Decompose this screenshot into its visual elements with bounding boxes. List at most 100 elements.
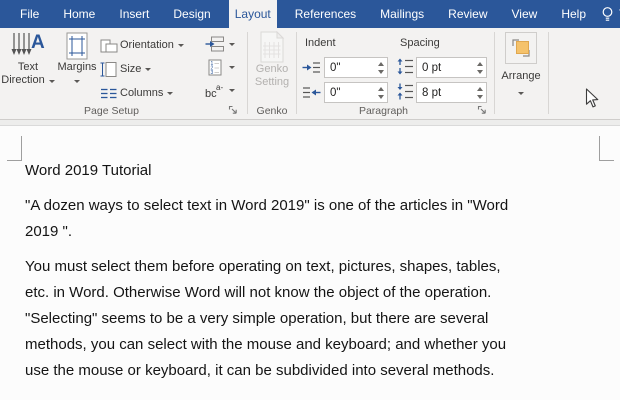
group-paragraph: Indent Spacing 0" 0" 0 pt 8 pt Paragraph: [297, 28, 494, 119]
tell-me-box[interactable]: Te: [600, 0, 620, 28]
crop-mark-right-vertical: [599, 136, 600, 161]
svg-text:A: A: [31, 32, 45, 53]
ribbon: A Text Direction Margins Orientation Siz…: [0, 28, 620, 120]
genko-setting-label-line1: Genko: [255, 63, 289, 75]
chevron-down-icon: [177, 43, 184, 47]
chevron-down-icon: [167, 91, 174, 95]
columns-label: Columns: [120, 87, 164, 99]
genko-setting-label-line2: Setting: [254, 76, 290, 88]
doc-paragraph-2-line-2: etc. in Word. Otherwise Word will not kn…: [25, 284, 492, 301]
group-separator: [548, 32, 549, 114]
mouse-cursor: [585, 88, 600, 115]
chevron-down-icon: [48, 80, 55, 83]
group-arrange: Arrange: [495, 28, 548, 119]
size-label: Size: [120, 63, 142, 75]
text-direction-icon: A: [11, 32, 45, 55]
tab-help[interactable]: Help: [555, 0, 592, 28]
doc-paragraph-2-line-5: use the mouse or keyboard, it can be sub…: [25, 362, 495, 379]
word-window: File Home Insert Design Layout Reference…: [0, 0, 620, 400]
doc-title: Word 2019 Tutorial: [25, 162, 152, 179]
tab-mailings[interactable]: Mailings: [374, 0, 430, 28]
size-icon: [100, 61, 117, 77]
chevron-down-icon: [145, 67, 152, 71]
group-label-genko: Genko: [256, 105, 288, 117]
group-page-setup: A Text Direction Margins Orientation Siz…: [0, 28, 247, 119]
chevron-down-icon: [229, 42, 235, 46]
ribbon-tab-bar: File Home Insert Design Layout Reference…: [0, 0, 620, 28]
text-direction-label-line2: Direction: [1, 74, 45, 86]
tab-layout[interactable]: Layout: [228, 0, 277, 28]
doc-paragraph-1-line-1: "A dozen ways to select text in Word 201…: [25, 197, 509, 214]
spacing-label: Spacing: [400, 37, 440, 49]
tab-view[interactable]: View: [506, 0, 544, 28]
doc-paragraph-2-line-4: methods, you can select with the mouse a…: [25, 336, 507, 353]
genko-setting-icon: [260, 31, 285, 63]
doc-paragraph-2-line-3: "Selecting" seems to be a very simple op…: [25, 310, 489, 327]
orientation-button[interactable]: Orientation: [100, 34, 202, 56]
orientation-label: Orientation: [120, 39, 174, 51]
document-page[interactable]: Word 2019 Tutorial "A dozen ways to sele…: [0, 120, 620, 400]
indent-right-value[interactable]: 0": [325, 83, 374, 102]
genko-setting-button[interactable]: Genko Setting: [252, 31, 292, 89]
indent-right-field[interactable]: 0": [324, 82, 388, 103]
paragraph-dialog-launcher[interactable]: [476, 103, 488, 115]
indent-left-value[interactable]: 0": [325, 58, 374, 77]
tab-design[interactable]: Design: [167, 0, 216, 28]
indent-left-spinner[interactable]: [374, 58, 387, 77]
margins-button[interactable]: Margins: [55, 31, 99, 87]
arrange-label: Arrange: [501, 70, 541, 82]
hyphenation-icon: bc a-: [205, 83, 223, 99]
tab-references[interactable]: References: [289, 0, 362, 28]
svg-text:3: 3: [211, 70, 214, 76]
doc-paragraph-2: You must select them before operating on…: [25, 254, 508, 384]
spacing-before-field[interactable]: 0 pt: [416, 57, 487, 78]
chevron-down-icon: [229, 89, 235, 92]
spacing-after-spinner[interactable]: [473, 83, 486, 102]
breaks-button[interactable]: [205, 36, 235, 52]
chevron-down-icon: [74, 80, 80, 83]
chevron-down-icon: [518, 92, 524, 95]
tab-file[interactable]: File: [14, 0, 45, 28]
group-genko: Genko Setting Genko: [248, 28, 296, 119]
page-top-edge: [0, 120, 620, 126]
dialog-launcher-icon: [228, 105, 237, 114]
document-body-text: Word 2019 Tutorial "A dozen ways to sele…: [25, 158, 508, 393]
hyphenation-button[interactable]: bc a-: [205, 82, 235, 99]
spacing-after-value[interactable]: 8 pt: [417, 83, 473, 102]
size-button[interactable]: Size: [100, 58, 202, 80]
spacing-after-icon: [397, 83, 413, 100]
crop-mark-left-horizontal: [7, 160, 22, 161]
spacing-before-value[interactable]: 0 pt: [417, 58, 473, 77]
spacing-before-icon: [397, 58, 413, 75]
columns-button[interactable]: Columns: [100, 82, 202, 104]
group-label-page-setup: Page Setup: [84, 105, 139, 117]
tab-review[interactable]: Review: [442, 0, 493, 28]
arrange-icon: [512, 39, 530, 57]
text-direction-button[interactable]: A Text Direction: [1, 31, 55, 87]
page-setup-dialog-launcher[interactable]: [227, 103, 239, 115]
line-numbers-button[interactable]: 123: [205, 59, 235, 76]
indent-label: Indent: [305, 37, 336, 49]
crop-mark-right-horizontal: [599, 160, 614, 161]
chevron-down-icon: [229, 66, 235, 69]
margins-label: Margins: [57, 61, 97, 73]
indent-right-icon: [303, 87, 321, 98]
text-direction-label-line1: Text: [17, 61, 39, 73]
indent-left-field[interactable]: 0": [324, 57, 388, 78]
doc-paragraph-1-line-2: 2019 ".: [25, 223, 73, 240]
spacing-before-spinner[interactable]: [473, 58, 486, 77]
dialog-launcher-icon: [477, 105, 486, 114]
doc-paragraph-2-line-1: You must select them before operating on…: [25, 258, 501, 275]
tab-insert[interactable]: Insert: [113, 0, 155, 28]
lightbulb-icon: [602, 6, 613, 21]
indent-left-icon: [302, 62, 320, 73]
tab-home[interactable]: Home: [57, 0, 101, 28]
svg-text:a-: a-: [216, 83, 223, 92]
doc-paragraph-1: "A dozen ways to select text in Word 201…: [25, 193, 508, 245]
margins-icon: [66, 32, 88, 60]
arrange-button[interactable]: Arrange: [498, 32, 544, 99]
indent-right-spinner[interactable]: [374, 83, 387, 102]
columns-icon: [101, 88, 117, 98]
spacing-after-field[interactable]: 8 pt: [416, 82, 487, 103]
breaks-icon: [205, 36, 224, 52]
